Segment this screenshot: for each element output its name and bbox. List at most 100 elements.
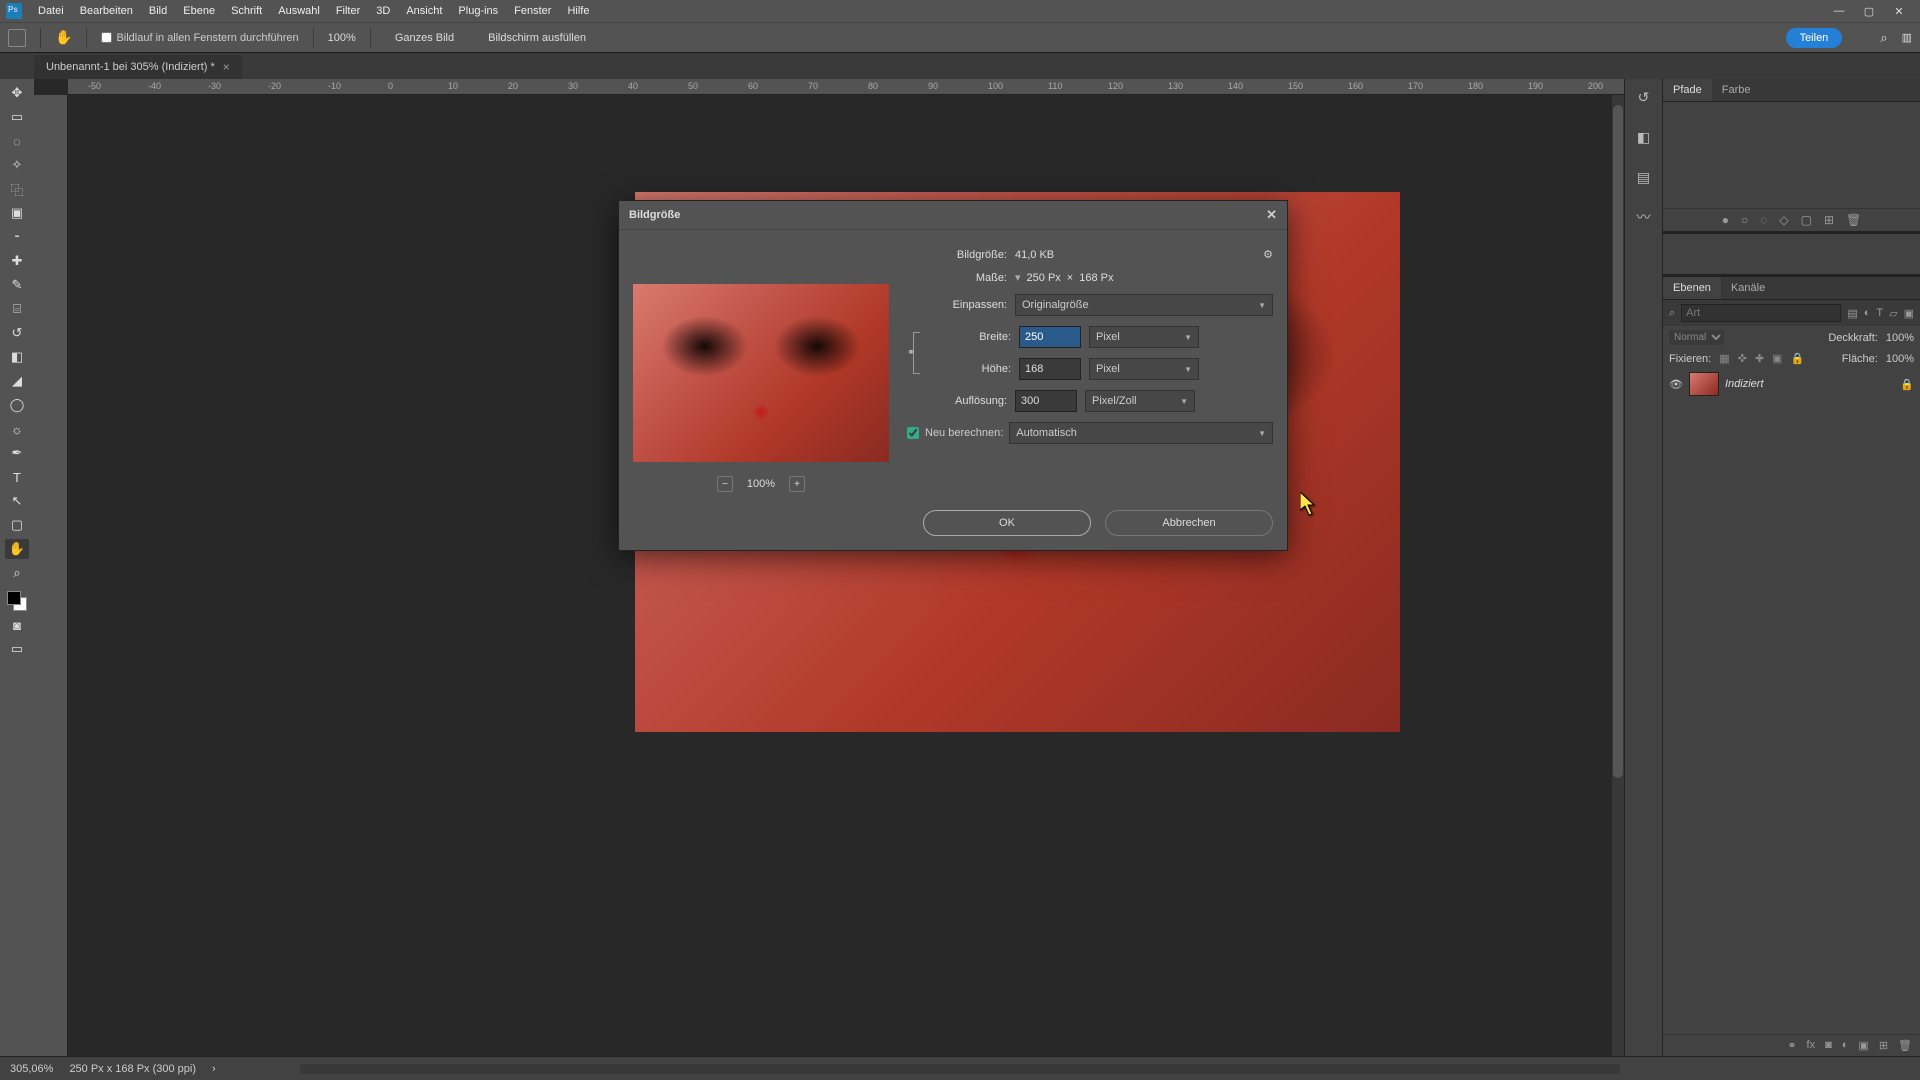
menu-ansicht[interactable]: Ansicht [398,1,450,21]
rectangle-tool-icon[interactable]: ▢ [5,515,29,535]
adjustments-panel-icon[interactable]: ◧ [1634,127,1654,147]
zoom-out-button[interactable]: − [717,476,733,492]
lock-artboard-icon[interactable]: ▣ [1772,352,1782,365]
screenmode-icon[interactable]: ▭ [5,639,29,659]
tab-kanaele[interactable]: Kanäle [1721,277,1775,299]
selection-from-path-icon[interactable]: ◌ [1760,213,1767,227]
menu-bild[interactable]: Bild [141,1,175,21]
zoom-in-button[interactable]: + [789,476,805,492]
menu-3d[interactable]: 3D [368,1,398,21]
scroll-all-checkbox-input[interactable] [101,32,112,43]
eraser-tool-icon[interactable]: ◧ [5,347,29,367]
dialog-close-icon[interactable]: ✕ [1266,207,1277,223]
delete-layer-icon[interactable]: 🗑 [1898,1039,1912,1052]
history-panel-icon[interactable]: ↺ [1634,87,1654,107]
zoom-percent[interactable]: 100% [328,32,356,44]
lock-position-icon[interactable]: ✜ [1738,352,1747,365]
quickmask-icon[interactable]: ◙ [5,615,29,635]
opacity-value[interactable]: 100% [1886,332,1914,344]
dimensions-unit-toggle-icon[interactable]: ▾ [1015,271,1021,284]
share-button[interactable]: Teilen [1786,28,1843,48]
tab-pfade[interactable]: Pfade [1663,79,1712,101]
scroll-all-windows-checkbox[interactable]: Bildlauf in allen Fenstern durchführen [101,32,298,44]
link-layers-icon[interactable]: ⚭ [1787,1039,1796,1052]
dodge-tool-icon[interactable]: ☼ [5,419,29,439]
pen-tool-icon[interactable]: ✒ [5,443,29,463]
layer-visibility-icon[interactable]: 👁 [1669,378,1683,391]
filter-shape-icon[interactable]: ▱ [1889,307,1897,320]
menu-filter[interactable]: Filter [328,1,368,21]
eyedropper-tool-icon[interactable]: ⁃ [5,227,29,247]
tab-farbe[interactable]: Farbe [1712,79,1761,101]
cancel-button[interactable]: Abbrechen [1105,510,1273,536]
vertical-scrollbar[interactable] [1612,95,1624,1056]
layer-filter-input[interactable] [1681,304,1841,322]
horizontal-scrollbar[interactable] [300,1064,1620,1074]
adjustment-layer-icon[interactable]: ◐ [1842,1039,1849,1052]
preview-image[interactable] [633,284,889,462]
workspace-menu-icon[interactable]: ▥ [1902,31,1912,44]
properties-panel-icon[interactable]: ▤ [1634,167,1654,187]
resolution-input[interactable] [1015,390,1077,412]
zoom-fill-screen-button[interactable]: Bildschirm ausfüllen [478,29,596,47]
fill-path-icon[interactable]: ● [1722,213,1729,227]
history-brush-tool-icon[interactable]: ↺ [5,323,29,343]
path-select-tool-icon[interactable]: ↖ [5,491,29,511]
width-unit-select[interactable]: Pixel▼ [1089,326,1199,348]
frame-tool-icon[interactable]: ▣ [5,203,29,223]
layer-style-icon[interactable]: fx [1807,1039,1816,1052]
window-close-icon[interactable]: ✕ [1884,2,1914,20]
window-maximize-icon[interactable]: ▢ [1854,2,1884,20]
constrain-proportions-icon[interactable]: ⚭ [907,326,923,380]
menu-auswahl[interactable]: Auswahl [270,1,328,21]
delete-path-icon[interactable]: 🗑 [1846,213,1861,227]
stamp-tool-icon[interactable]: ⌸ [5,299,29,319]
stroke-path-icon[interactable]: ○ [1741,213,1748,227]
marquee-tool-icon[interactable]: ▭ [5,107,29,127]
search-icon[interactable]: ⌕ [1880,30,1887,46]
libraries-panel-icon[interactable]: 〰 [1634,207,1654,227]
resolution-unit-select[interactable]: Pixel/Zoll▼ [1085,390,1195,412]
ok-button[interactable]: OK [923,510,1091,536]
menu-datei[interactable]: Datei [30,1,72,21]
resample-checkbox[interactable] [907,427,919,439]
new-layer-icon[interactable]: ⊞ [1879,1039,1888,1052]
window-minimize-icon[interactable]: — [1824,2,1854,20]
menu-bearbeiten[interactable]: Bearbeiten [72,1,141,21]
color-swatches[interactable] [7,591,27,611]
layer-name[interactable]: Indiziert [1725,378,1894,390]
foreground-swatch[interactable] [7,591,21,605]
resample-method-select[interactable]: Automatisch▼ [1009,422,1273,444]
zoom-tool-icon[interactable]: ⌕ [5,563,29,583]
blur-tool-icon[interactable]: ◯ [5,395,29,415]
zoom-fit-image-button[interactable]: Ganzes Bild [385,29,464,47]
tab-ebenen[interactable]: Ebenen [1663,277,1721,299]
menu-schrift[interactable]: Schrift [223,1,270,21]
move-tool-icon[interactable]: ✥ [5,83,29,103]
layer-mask-icon[interactable]: ◙ [1825,1039,1832,1052]
menu-fenster[interactable]: Fenster [506,1,559,21]
status-chevron-icon[interactable]: › [212,1063,216,1075]
status-zoom[interactable]: 305,06% [10,1063,53,1075]
menu-hilfe[interactable]: Hilfe [559,1,597,21]
layer-lock-icon[interactable]: 🔒 [1900,378,1914,391]
path-from-selection-icon[interactable]: ◇ [1779,213,1788,227]
brush-tool-icon[interactable]: ✎ [5,275,29,295]
type-tool-icon[interactable]: T [5,467,29,487]
crop-tool-icon[interactable]: ⿻ [5,179,29,199]
filter-smart-icon[interactable]: ▣ [1904,307,1914,320]
dialog-titlebar[interactable]: Bildgröße ✕ [619,201,1287,230]
home-icon[interactable] [8,29,26,47]
menu-ebene[interactable]: Ebene [175,1,223,21]
search-icon[interactable]: ⌕ [1669,307,1675,320]
group-icon[interactable]: ▣ [1858,1039,1868,1052]
tab-close-icon[interactable]: × [223,60,230,74]
healing-tool-icon[interactable]: ✚ [5,251,29,271]
hand-tool-icon[interactable]: ✋ [5,539,29,559]
height-unit-select[interactable]: Pixel▼ [1089,358,1199,380]
document-tab[interactable]: Unbenannt-1 bei 305% (Indiziert) * × [34,55,242,79]
filter-type-icon[interactable]: T [1876,307,1883,319]
height-input[interactable] [1019,358,1081,380]
gradient-tool-icon[interactable]: ◢ [5,371,29,391]
hand-tool-icon[interactable]: ✋ [55,29,72,46]
